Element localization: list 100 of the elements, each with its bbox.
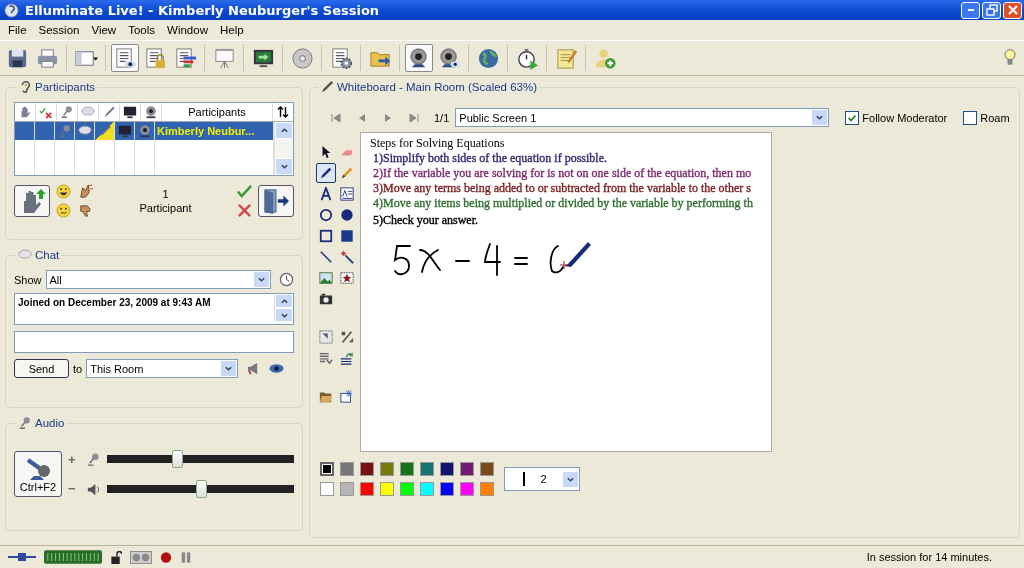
whiteboard-canvas[interactable] (360, 132, 772, 452)
list-lock-icon (143, 46, 167, 70)
participant-count: 1 (162, 188, 169, 200)
check-cross-icon (39, 105, 53, 119)
toolbar-button[interactable] (111, 44, 139, 72)
scroll-up-icon[interactable] (279, 296, 289, 306)
line-width-dropdown[interactable]: 2 (504, 467, 580, 491)
tool-button[interactable] (316, 163, 336, 183)
first-page-icon[interactable] (330, 111, 342, 124)
restore-button[interactable] (982, 1, 1001, 19)
color-swatch[interactable] (340, 462, 354, 476)
list-eye-icon (113, 46, 137, 70)
menu-item[interactable]: View (85, 24, 123, 36)
roam-checkbox[interactable]: Roam (963, 110, 1010, 125)
eye-icon[interactable] (269, 361, 285, 376)
line-icon (319, 250, 333, 264)
color-swatch[interactable] (420, 482, 434, 496)
color-swatch[interactable] (400, 462, 414, 476)
color-swatch[interactable] (360, 482, 374, 496)
recipient-dropdown[interactable]: This Room (86, 359, 239, 378)
color-swatch[interactable] (320, 482, 334, 496)
color-swatch[interactable] (440, 482, 454, 496)
menu-item[interactable]: Help (213, 24, 250, 36)
slider-thumb[interactable] (171, 450, 183, 468)
activity-meter-icon (44, 550, 102, 564)
lightbulb-icon[interactable] (1003, 48, 1017, 68)
message-input-field[interactable] (14, 331, 294, 353)
minimize-button[interactable] (961, 1, 980, 19)
tool-button[interactable] (337, 184, 357, 204)
color-swatch[interactable] (400, 482, 414, 496)
color-swatch[interactable] (460, 462, 474, 476)
participant-name: Kimberly Neubur... (157, 125, 255, 137)
scrollbar[interactable] (274, 122, 293, 175)
color-swatch[interactable] (460, 482, 474, 496)
export-icon (340, 389, 354, 403)
selection-icon (319, 330, 333, 344)
stopwatch-icon (515, 46, 539, 70)
square-icon (319, 229, 333, 243)
clapping-hands-icon[interactable] (78, 184, 93, 199)
color-swatch[interactable] (380, 482, 394, 496)
window-title: Elluminate Live! - Kimberly Neuburger's Session (25, 2, 380, 18)
menu-item[interactable]: Window (161, 24, 214, 36)
send-button[interactable]: Send (14, 359, 69, 378)
color-swatch[interactable] (320, 462, 334, 476)
list-gear-icon (329, 46, 353, 70)
whiteboard-text: 1)Simplify both sides of the equation if possible. (372, 151, 607, 166)
color-swatch[interactable] (440, 462, 454, 476)
scroll-down-icon (279, 162, 289, 171)
menu-item[interactable]: File (2, 24, 33, 36)
check-icon[interactable] (237, 184, 252, 199)
last-page-icon[interactable] (408, 111, 420, 124)
pause-icon[interactable] (180, 550, 192, 564)
show-dropdown[interactable]: All (45, 270, 271, 289)
participant-row[interactable]: Kimberly Neubur... (15, 122, 274, 140)
color-swatch[interactable] (420, 462, 434, 476)
door-exit-icon (261, 188, 291, 214)
filled-square-icon (340, 229, 354, 243)
confused-face-icon[interactable] (56, 203, 71, 218)
restore-icon (985, 4, 998, 16)
close-button[interactable] (1003, 1, 1022, 19)
notepad-icon (554, 46, 578, 70)
talk-button[interactable]: Ctrl+F2 (14, 451, 62, 497)
sort-icon[interactable] (277, 106, 289, 118)
leave-button[interactable] (258, 185, 294, 217)
connection-icon (8, 551, 36, 563)
menu-item[interactable]: Tools (122, 24, 162, 36)
thumbs-down-icon[interactable] (78, 203, 93, 218)
color-swatch[interactable] (480, 462, 494, 476)
toolbar-button[interactable] (405, 44, 433, 72)
follow-moderator-checkbox[interactable]: Follow Moderator (845, 110, 948, 125)
color-swatch[interactable] (340, 482, 354, 496)
microphone-icon (60, 105, 74, 119)
raise-hand-button[interactable] (14, 185, 50, 217)
speech-bubble-icon (77, 124, 92, 138)
list-bars-icon (173, 46, 197, 70)
whiteboard-text: 4)Move any items being multiplied or divided by the variable by performing th (372, 196, 753, 211)
highlighter-icon (340, 166, 354, 180)
speech-bubble-icon (18, 248, 32, 262)
smiley-icon[interactable] (56, 184, 71, 199)
webcam-icon (144, 105, 158, 119)
tape-recorder-icon (130, 550, 152, 564)
menu-item[interactable]: Session (32, 24, 86, 36)
clock-icon[interactable] (279, 272, 294, 287)
column-header[interactable]: Participants (162, 103, 273, 121)
session-time: In session for 14 minutes. (866, 551, 992, 563)
pen-icon (102, 105, 116, 119)
easel-icon (212, 46, 236, 70)
color-swatch[interactable] (360, 462, 374, 476)
screen-dropdown[interactable]: Public Screen 1 (455, 108, 830, 127)
panel-title: Participants (35, 81, 96, 93)
color-swatch[interactable] (480, 482, 494, 496)
slider-thumb[interactable] (196, 480, 208, 498)
disc-icon (290, 46, 314, 70)
checkmark-icon (847, 112, 858, 123)
cross-icon[interactable] (237, 203, 252, 218)
record-icon[interactable] (160, 550, 172, 564)
filled-circle-icon (340, 208, 354, 222)
color-swatch[interactable] (380, 462, 394, 476)
unlocked-icon (110, 550, 122, 564)
pen-icon (319, 166, 333, 180)
